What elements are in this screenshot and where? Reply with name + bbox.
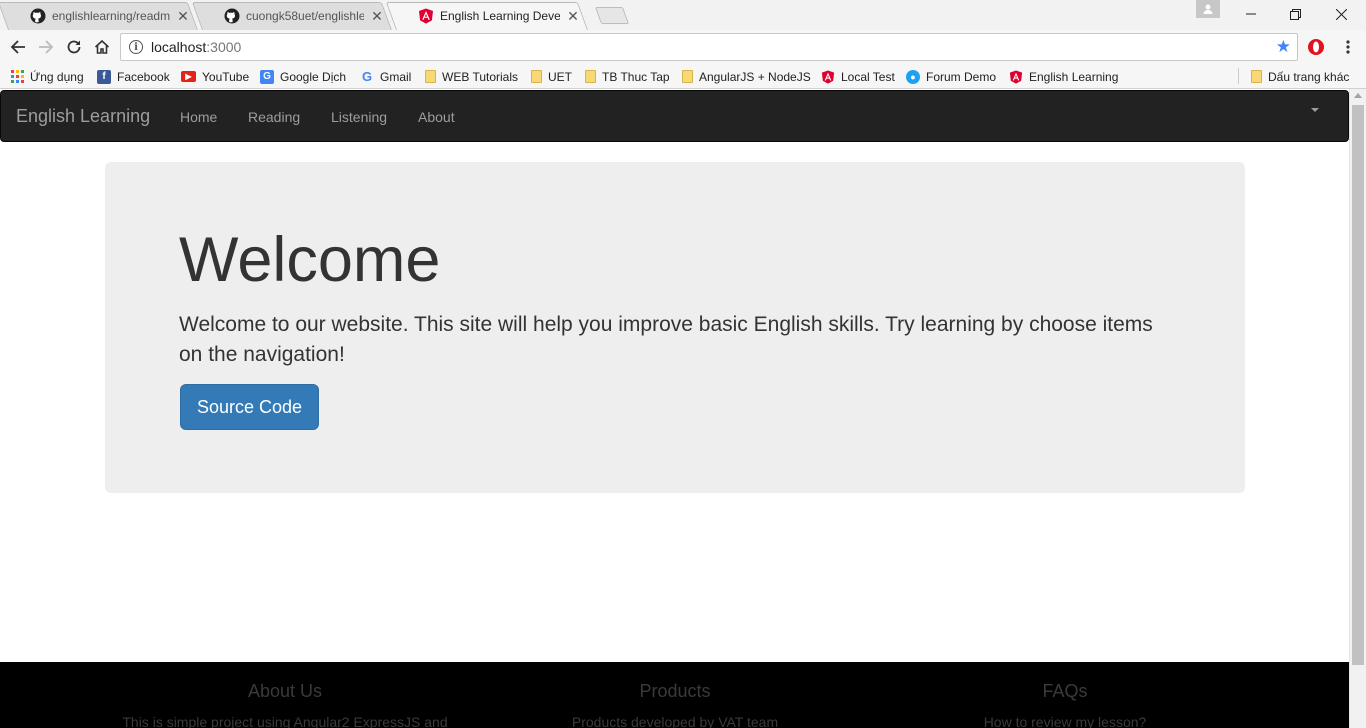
footer-heading: FAQs — [1042, 681, 1088, 701]
browser-toolbar: i localhost:3000 ★ — [0, 30, 1366, 64]
folder-icon — [531, 70, 542, 83]
footer-heading: About Us — [247, 681, 323, 701]
opera-icon[interactable] — [1304, 35, 1328, 59]
tab-english-learning[interactable]: English Learning Development ✕ — [396, 2, 588, 30]
apps-grid-icon — [10, 70, 24, 84]
footer-text: Products developed by VAT team — [571, 714, 779, 728]
scroll-up-arrow-icon[interactable] — [1354, 93, 1362, 98]
navbar-brand[interactable]: English Learning — [16, 106, 150, 127]
bookmark-local-test[interactable]: Local Test — [821, 67, 895, 86]
bookmark-uet[interactable]: UET — [531, 67, 572, 86]
forward-arrow-icon[interactable] — [34, 35, 58, 59]
forum-icon: ● — [906, 69, 920, 84]
facebook-icon: f — [97, 69, 111, 84]
angular-icon — [1009, 69, 1023, 84]
reload-icon[interactable] — [62, 35, 86, 59]
angular-icon — [418, 8, 434, 24]
bookmark-label: UET — [548, 69, 572, 84]
home-icon[interactable] — [90, 35, 114, 59]
bookmark-apps[interactable]: Ứng dụng — [10, 67, 84, 86]
folder-icon — [1251, 70, 1262, 83]
close-tab-icon[interactable]: ✕ — [176, 8, 190, 24]
bookmark-facebook[interactable]: f Facebook — [97, 67, 170, 86]
bookmark-angularjs-nodejs[interactable]: AngularJS + NodeJS — [682, 67, 811, 86]
github-icon — [224, 8, 240, 24]
bookmark-forum-demo[interactable]: ● Forum Demo — [906, 67, 996, 86]
address-bar[interactable]: i localhost:3000 ★ — [120, 33, 1298, 61]
close-tab-icon[interactable]: ✕ — [370, 8, 384, 24]
minimize-icon[interactable] — [1228, 0, 1274, 28]
nav-home[interactable]: Home — [180, 109, 217, 125]
restore-icon[interactable] — [1272, 0, 1318, 28]
bookmark-web-tutorials[interactable]: WEB Tutorials — [425, 67, 518, 86]
welcome-text: Welcome to our website. This site will h… — [179, 313, 1153, 366]
bookmark-label: Local Test — [841, 69, 895, 84]
welcome-heading: Welcome — [179, 225, 441, 295]
bookmark-label: Dấu trang khác — [1268, 69, 1350, 84]
bookmark-youtube[interactable]: ▶ YouTube — [181, 67, 249, 86]
tab-readme[interactable]: englishlearning/readme.md ✕ — [8, 2, 198, 30]
bookmark-label: Ứng dụng — [30, 69, 84, 84]
bookmark-google-translate[interactable]: G Google Dịch — [260, 67, 346, 86]
footer-heading: Products — [639, 681, 711, 701]
site-info-icon[interactable]: i — [129, 40, 143, 54]
footer-faqs: FAQs How to review my lesson? — [875, 681, 1255, 728]
bookmark-tb-thuc-tap[interactable]: TB Thuc Tap — [585, 67, 670, 86]
page-viewport: English Learning Home Reading Listening … — [0, 89, 1366, 728]
scrollbar-thumb[interactable] — [1352, 105, 1364, 665]
bookmark-label: WEB Tutorials — [442, 69, 519, 84]
angular-icon — [821, 69, 835, 84]
bookmark-gmail[interactable]: G Gmail — [360, 67, 411, 86]
profile-icon[interactable] — [1196, 0, 1220, 18]
folder-icon — [585, 70, 596, 83]
tab-strip: englishlearning/readme.md ✕ cuongk58uet/… — [0, 0, 1366, 30]
jumbotron: Welcome Welcome to our website. This sit… — [105, 162, 1245, 493]
github-icon — [30, 8, 46, 24]
bookmark-label: English Learning — [1029, 69, 1119, 84]
bookmark-label: Facebook — [117, 69, 170, 84]
source-code-button[interactable]: Source Code — [180, 384, 319, 430]
bookmark-label: AngularJS + NodeJS — [699, 69, 811, 84]
footer-text: This is simple project using Angular2 Ex… — [122, 714, 448, 728]
tab-title: cuongk58uet/englishlearning — [246, 9, 364, 23]
bookmark-english-learning[interactable]: English Learning — [1009, 67, 1118, 86]
folder-icon — [425, 70, 436, 83]
bookmark-label: TB Thuc Tap — [602, 69, 670, 84]
dropdown-caret-icon[interactable] — [1311, 108, 1319, 112]
youtube-icon: ▶ — [181, 71, 196, 82]
nav-about[interactable]: About — [418, 109, 455, 125]
google-icon: G — [361, 69, 373, 84]
url-port: :3000 — [206, 39, 242, 55]
back-arrow-icon[interactable] — [6, 35, 30, 59]
footer-text[interactable]: How to review my lesson? — [875, 714, 1255, 728]
bookmark-label: YouTube — [202, 69, 250, 84]
page-scrollbar[interactable] — [1349, 89, 1366, 728]
new-tab-button[interactable] — [594, 7, 630, 24]
menu-dots-icon[interactable] — [1336, 35, 1360, 59]
other-bookmarks[interactable]: Dấu trang khác — [1251, 67, 1349, 86]
bookmarks-divider — [1238, 68, 1239, 84]
bookmarks-bar: Ứng dụng f Facebook ▶ YouTube G Google D… — [0, 64, 1366, 89]
folder-icon — [682, 70, 693, 83]
nav-listening[interactable]: Listening — [331, 109, 387, 125]
tab-title: englishlearning/readme.md — [52, 9, 170, 23]
bookmark-label: Google Dịch — [280, 69, 347, 84]
bookmark-star-icon[interactable]: ★ — [1276, 38, 1291, 56]
close-tab-icon[interactable]: ✕ — [566, 8, 580, 24]
site-footer: About Us This is simple project using An… — [0, 662, 1349, 728]
site-navbar: English Learning Home Reading Listening … — [0, 90, 1349, 142]
url-host: localhost — [151, 39, 207, 55]
bookmark-label: Forum Demo — [926, 69, 997, 84]
footer-about-us: About Us This is simple project using An… — [95, 681, 475, 728]
nav-reading[interactable]: Reading — [248, 109, 300, 125]
footer-products: Products Products developed by VAT team — [485, 681, 865, 728]
tab-title: English Learning Development — [440, 9, 560, 23]
google-translate-icon: G — [260, 69, 274, 84]
tab-repo[interactable]: cuongk58uet/englishlearning ✕ — [202, 2, 392, 30]
close-window-icon[interactable] — [1318, 0, 1364, 28]
bookmark-label: Gmail — [380, 69, 412, 84]
